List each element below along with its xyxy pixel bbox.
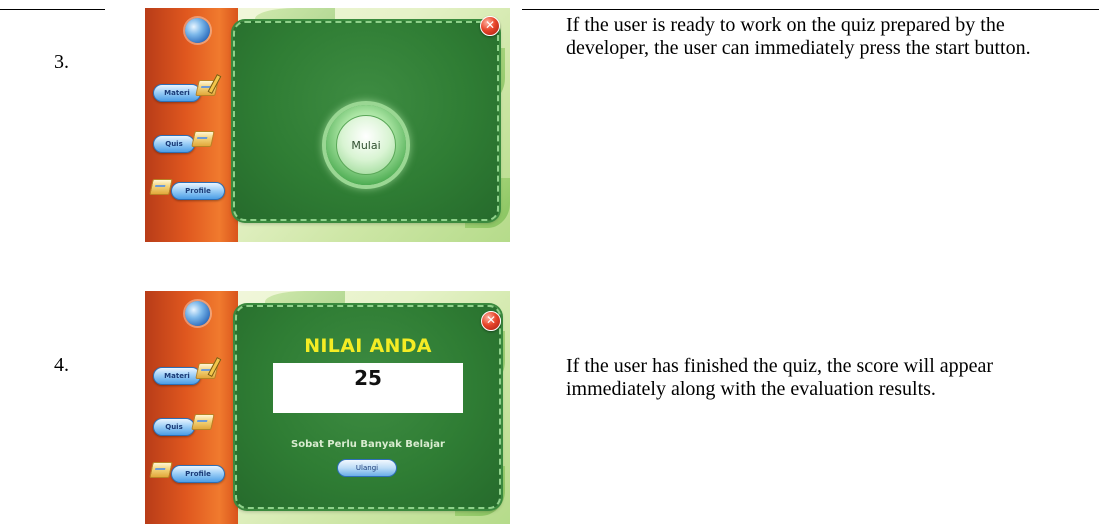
table-top-rule-right [522,9,1099,10]
close-icon[interactable]: ✕ [480,16,500,36]
content-panel: NILAI ANDA 25 Sobat Perlu Banyak Belajar… [235,305,501,509]
score-box: 25 [273,363,463,413]
materi-button[interactable]: Materi [153,84,201,102]
sidebar: Materi Quis Profile [145,291,238,524]
evaluation-text: Sobat Perlu Banyak Belajar [291,439,445,450]
score-value: 25 [354,366,382,390]
books-stack-icon [149,179,173,195]
profile-button[interactable]: Profile [171,182,225,200]
profile-button[interactable]: Profile [171,465,225,483]
start-button[interactable]: Mulai [326,105,406,185]
table-top-rule-left [0,9,105,10]
app-screenshot-score: Materi Quis Profile NILAI ANDA 25 Sobat … [145,291,510,524]
books-stack-icon [149,462,173,478]
start-button-label: Mulai [351,138,381,152]
row-description: If the user has finished the quiz, the s… [566,355,994,400]
app-screenshot-start: Materi Quis Profile Mulai ✕ [145,8,510,242]
content-panel: Mulai [233,21,499,221]
row-description: If the user is ready to work on the quiz… [566,14,1031,59]
globe-icon[interactable] [185,18,210,43]
books-stack-icon [191,131,215,147]
close-icon[interactable]: ✕ [481,311,501,331]
score-title: NILAI ANDA [304,335,432,357]
row-number: 4. [54,354,69,376]
sidebar: Materi Quis Profile [145,8,238,242]
row-number: 3. [54,51,69,73]
materi-button[interactable]: Materi [153,367,201,385]
globe-icon[interactable] [185,301,210,326]
quiz-button[interactable]: Quis [153,135,195,153]
books-stack-icon [191,414,215,430]
quiz-button[interactable]: Quis [153,418,195,436]
retry-button[interactable]: Ulangi [337,459,397,477]
